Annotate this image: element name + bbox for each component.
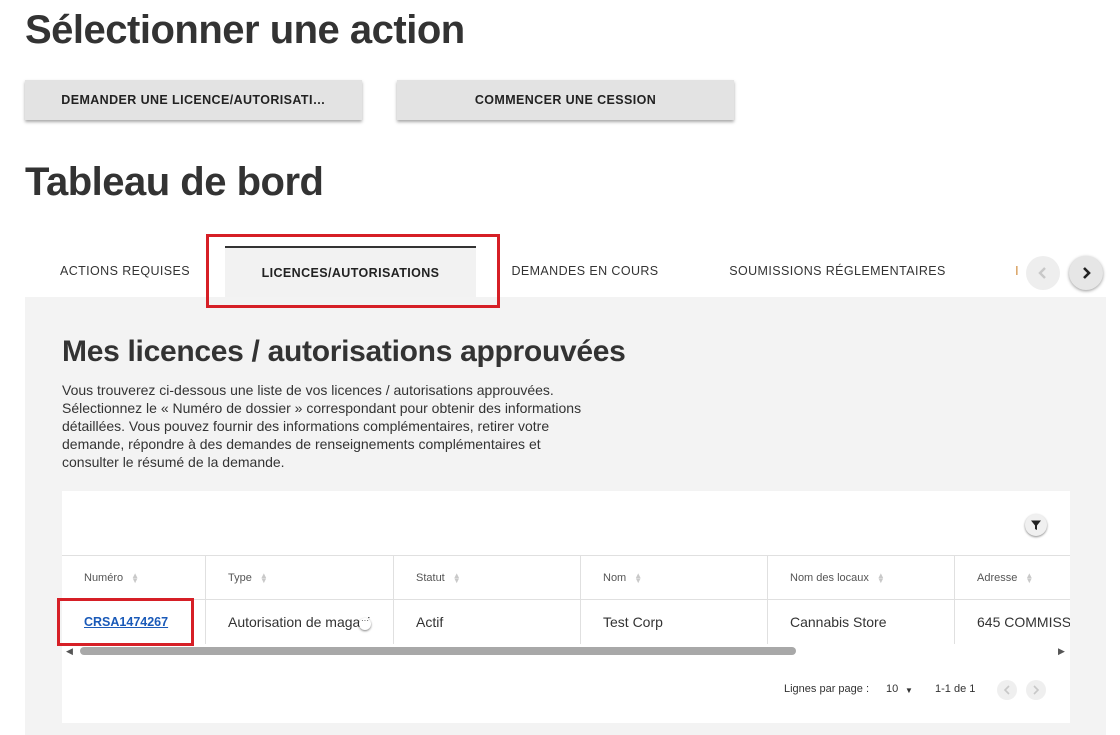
dashboard-title: Tableau de bord	[25, 160, 324, 204]
chevron-left-icon	[1003, 685, 1010, 695]
cell-type: Autorisation de magasi ···	[206, 600, 394, 644]
rows-per-page-select[interactable]: 10	[886, 683, 898, 695]
filter-button[interactable]	[1025, 514, 1047, 536]
column-header-type[interactable]: Type ▲ ▼	[206, 556, 394, 600]
cell-nom-locaux: Cannabis Store	[768, 600, 955, 644]
licences-table-card: Numéro ▲ ▼ Type ▲ ▼ Statut ▲ ▼ Nom ▲ ▼ Nom des l…	[62, 491, 1070, 723]
column-header-nom[interactable]: Nom ▲ ▼	[581, 556, 768, 600]
tab-scroll-right-button[interactable]	[1069, 256, 1103, 290]
panel-description: Vous trouverez ci-dessous une liste de v…	[62, 382, 582, 470]
horizontal-scrollbar[interactable]: ◀ ▶	[62, 644, 1070, 658]
pagination-range: 1-1 de 1	[935, 683, 976, 695]
actions-title: Sélectionner une action	[25, 8, 465, 52]
sort-icon: ▲ ▼	[452, 571, 461, 585]
licences-panel: Mes licences / autorisations approuvées …	[25, 297, 1106, 735]
sort-icon: ▲ ▼	[131, 571, 140, 585]
cell-numero: CRSA1474267	[62, 600, 206, 644]
sort-icon: ▲ ▼	[259, 571, 268, 585]
table-row: CRSA1474267 Autorisation de magasi ··· Ac…	[62, 599, 1070, 644]
sort-icon: ▲ ▼	[634, 571, 643, 585]
scroll-right-arrow-icon[interactable]: ▶	[1058, 646, 1065, 657]
cell-statut: Actif	[394, 600, 581, 644]
tab-actions-requises[interactable]: ACTIONS REQUISES	[25, 246, 225, 296]
request-licence-button[interactable]: DEMANDER UNE LICENCE/AUTORISATI…	[25, 80, 362, 120]
chevron-right-icon	[1033, 685, 1040, 695]
rows-per-page-label: Lignes par page :	[784, 683, 870, 695]
scroll-left-arrow-icon[interactable]: ◀	[66, 646, 73, 657]
filter-icon	[1031, 520, 1041, 530]
scrollbar-thumb[interactable]	[80, 647, 796, 655]
column-header-statut[interactable]: Statut ▲ ▼	[394, 556, 581, 600]
column-header-numero[interactable]: Numéro ▲ ▼	[62, 556, 206, 600]
tab-truncated[interactable]: I	[1011, 246, 1023, 296]
panel-title: Mes licences / autorisations approuvées	[62, 335, 626, 368]
table-header: Numéro ▲ ▼ Type ▲ ▼ Statut ▲ ▼ Nom ▲ ▼ Nom des l…	[62, 555, 1070, 600]
tab-licences-autorisations[interactable]: LICENCES/AUTORISATIONS	[225, 246, 476, 298]
tab-soumissions-reglementaires[interactable]: SOUMISSIONS RÉGLEMENTAIRES	[694, 246, 981, 296]
tab-demandes-en-cours[interactable]: DEMANDES EN COURS	[476, 246, 694, 296]
tab-scroll-left-button[interactable]	[1026, 256, 1060, 290]
cell-nom: Test Corp	[581, 600, 768, 644]
start-cession-button[interactable]: COMMENCER UNE CESSION	[397, 80, 734, 120]
next-page-button[interactable]	[1026, 680, 1046, 700]
chevron-right-icon	[1083, 267, 1091, 279]
dashboard-tabs: ACTIONS REQUISES LICENCES/AUTORISATIONS …	[25, 240, 1106, 298]
sort-icon: ▲ ▼	[1025, 571, 1034, 585]
column-header-adresse[interactable]: Adresse ▲ ▼	[955, 556, 1070, 600]
caret-down-icon[interactable]: ▼	[905, 686, 913, 695]
chevron-left-icon	[1038, 267, 1046, 279]
sort-icon: ▲ ▼	[876, 571, 885, 585]
dossier-number-link[interactable]: CRSA1474267	[84, 615, 168, 629]
ellipsis-icon[interactable]: ···	[359, 617, 371, 630]
previous-page-button[interactable]	[997, 680, 1017, 700]
column-header-nom-locaux[interactable]: Nom des locaux ▲ ▼	[768, 556, 955, 600]
cell-adresse: 645 COMMISSIO	[977, 614, 1070, 630]
